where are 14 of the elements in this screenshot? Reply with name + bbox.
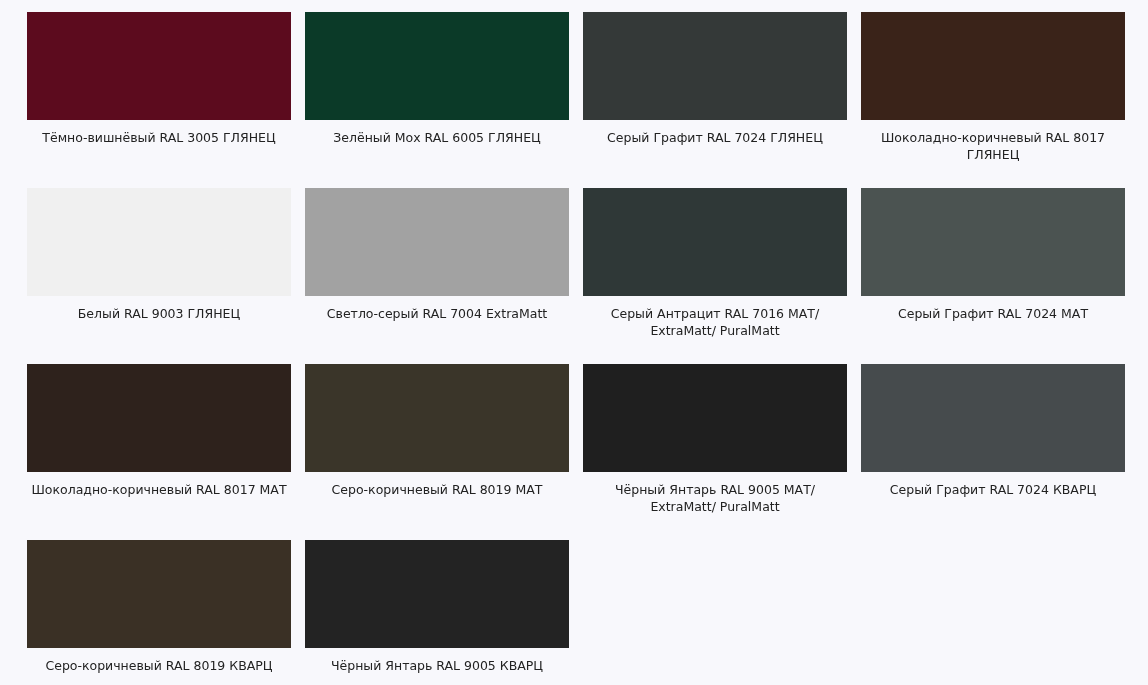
swatch-label: Шоколадно-коричневый RAL 8017 ГЛЯНЕЦ [879, 129, 1107, 163]
swatch-label: Белый RAL 9003 ГЛЯНЕЦ [76, 305, 242, 322]
swatch-label: Серо-коричневый RAL 8019 КВАРЦ [44, 657, 274, 674]
swatch-label: Шоколадно-коричневый RAL 8017 МАТ [30, 481, 288, 498]
swatch-label: Тёмно-вишнёвый RAL 3005 ГЛЯНЕЦ [41, 129, 277, 146]
swatch-label: Серый Графит RAL 7024 ГЛЯНЕЦ [606, 129, 824, 146]
swatch-label: Серый Графит RAL 7024 КВАРЦ [888, 481, 1098, 498]
swatch-label: Серый Графит RAL 7024 МАТ [897, 305, 1090, 322]
swatch-label: Светло-серый RAL 7004 ExtraMatt [325, 305, 549, 322]
swatch-label: Серо-коричневый RAL 8019 МАТ [330, 481, 544, 498]
swatch-label: Чёрный Янтарь RAL 9005 КВАРЦ [329, 657, 545, 674]
swatch-label: Чёрный Янтарь RAL 9005 МАТ/ ExtraMatt/ PuralMatt [613, 481, 816, 515]
swatch-label: Зелёный Мох RAL 6005 ГЛЯНЕЦ [332, 129, 542, 146]
swatch-label: Серый Антрацит RAL 7016 МАТ/ ExtraMatt/ PuralMatt [609, 305, 821, 339]
